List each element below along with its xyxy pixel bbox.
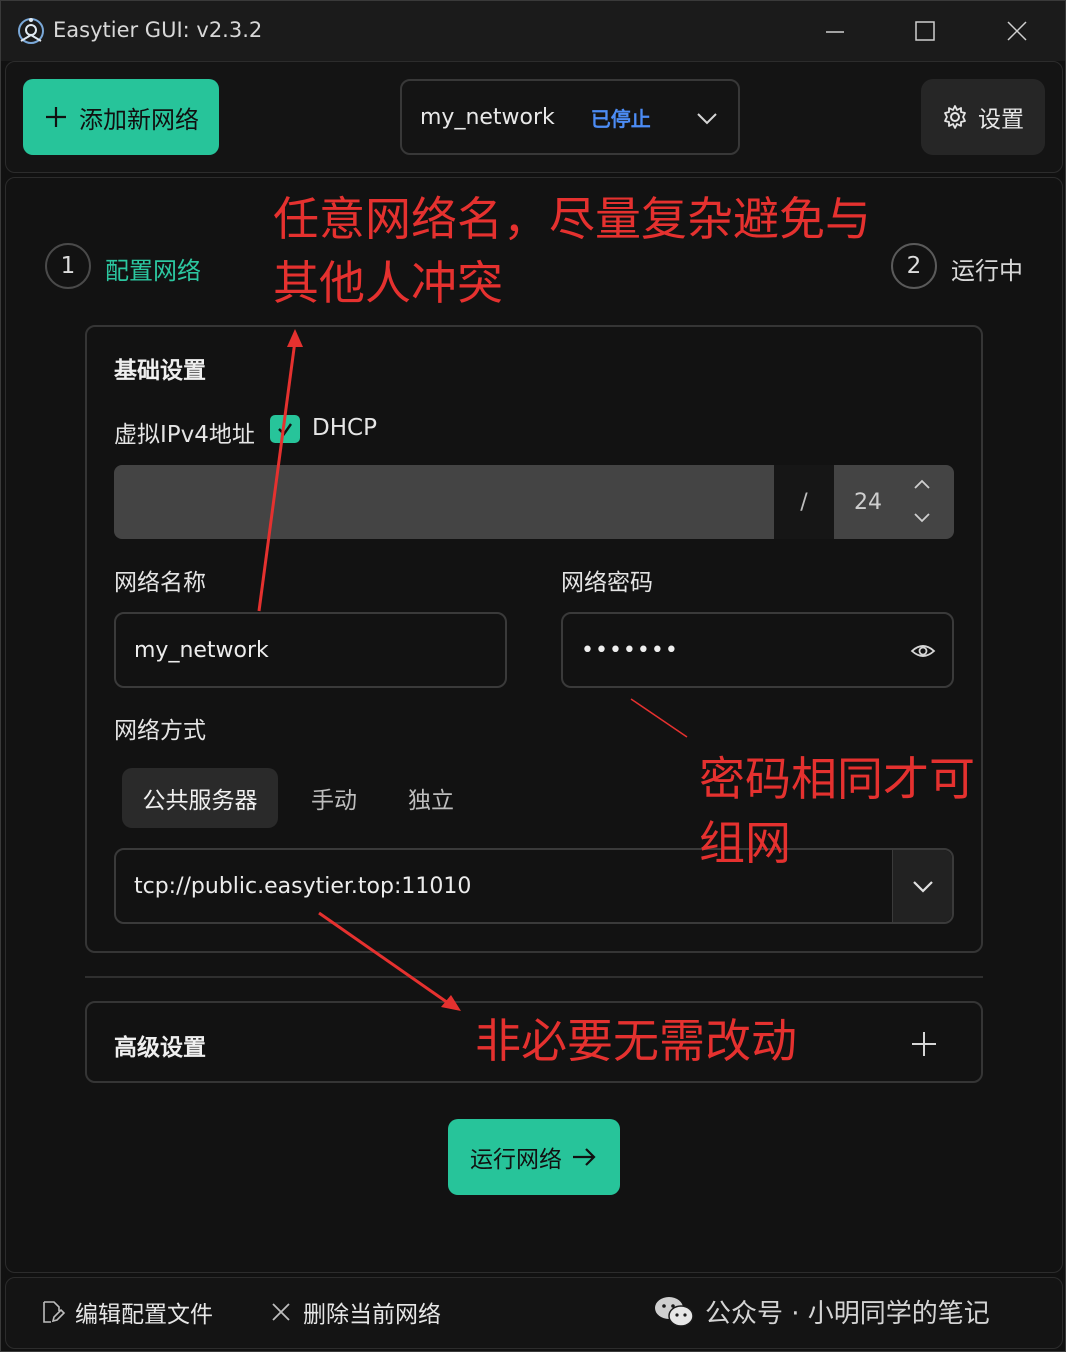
edit-file-icon — [43, 1301, 65, 1323]
close-icon — [1007, 21, 1027, 41]
ip-separator: / — [774, 465, 834, 539]
ip-separator-text: / — [800, 489, 808, 515]
network-mode-label: 网络方式 — [114, 718, 206, 744]
wechat-icon — [655, 1296, 694, 1327]
watermark: 公众号 · 小明同学的笔记 — [653, 1293, 990, 1330]
settings-button[interactable]: 设置 — [921, 79, 1045, 155]
ipv4-address-input[interactable] — [114, 465, 774, 539]
edit-config-button[interactable]: 编辑配置文件 — [39, 1295, 213, 1329]
ipv4-input-group: / 24 — [114, 465, 954, 539]
network-name-value: my_network — [134, 637, 269, 663]
step-2-indicator: 2 — [891, 243, 937, 289]
mode-standalone-tab[interactable]: 独立 — [391, 768, 471, 828]
virtual-ipv4-label: 虚拟IPv4地址 — [114, 422, 255, 448]
window-title: Easytier GUI: v2.3.2 — [53, 18, 263, 42]
expand-plus-icon[interactable] — [909, 1029, 939, 1059]
checkmark-icon — [278, 423, 292, 436]
mode-public-server-label: 公共服务器 — [142, 788, 258, 814]
basic-settings-title: 基础设置 — [114, 358, 206, 384]
netmask-input[interactable]: 24 — [834, 465, 954, 539]
mode-manual-tab[interactable]: 手动 — [291, 768, 377, 828]
maximize-icon — [915, 21, 935, 41]
selected-network-name: my_network — [420, 104, 555, 130]
decrement-chevron-down-icon[interactable] — [912, 509, 932, 527]
run-network-label: 运行网络 — [470, 1147, 562, 1173]
minimize-icon — [826, 31, 844, 33]
step-1-indicator: 1 — [45, 243, 91, 289]
network-name-input[interactable]: my_network — [114, 612, 507, 688]
dhcp-label: DHCP — [312, 415, 377, 441]
minimize-button[interactable] — [819, 15, 851, 47]
run-network-button[interactable]: 运行网络 — [448, 1119, 620, 1195]
annotation-advanced: 非必要无需改动 — [475, 1009, 797, 1073]
network-name-label: 网络名称 — [114, 570, 206, 596]
settings-label: 设置 — [978, 107, 1024, 133]
edit-config-label: 编辑配置文件 — [75, 1302, 213, 1328]
add-network-button[interactable]: 添加新网络 — [23, 79, 219, 155]
title-bar: Easytier GUI: v2.3.2 — [1, 1, 1065, 61]
easytier-logo-icon — [18, 18, 44, 44]
gear-icon — [944, 105, 966, 129]
chevron-down-icon — [912, 881, 933, 893]
step-2-label: 运行中 — [951, 257, 1023, 285]
annotation-network-name-line1: 任意网络名，尽量复杂避免与 — [273, 192, 871, 246]
arrow-right-icon — [573, 1148, 596, 1166]
public-server-value: tcp://public.easytier.top:11010 — [134, 873, 472, 899]
advanced-settings-title: 高级设置 — [114, 1035, 206, 1061]
section-divider — [85, 976, 983, 978]
plus-icon — [46, 107, 66, 127]
watermark-text: 公众号 · 小明同学的笔记 — [705, 1299, 990, 1329]
close-window-button[interactable] — [1001, 15, 1033, 47]
eye-icon[interactable] — [910, 640, 936, 662]
close-icon — [272, 1303, 290, 1321]
network-status-badge: 已停止 — [590, 106, 651, 131]
annotation-password: 密码相同才可 组网 — [699, 747, 975, 875]
app-window: Easytier GUI: v2.3.2 添加新网络 my_network 已停… — [0, 0, 1066, 1352]
mode-manual-label: 手动 — [311, 788, 357, 814]
annotation-advanced-text: 非必要无需改动 — [475, 1014, 797, 1068]
add-network-label: 添加新网络 — [79, 105, 199, 134]
network-password-label: 网络密码 — [561, 570, 653, 596]
mode-public-server-tab[interactable]: 公共服务器 — [122, 768, 278, 828]
network-password-value: ••••••• — [581, 637, 679, 663]
delete-network-label: 删除当前网络 — [303, 1302, 441, 1328]
dhcp-checkbox[interactable] — [270, 415, 300, 443]
annotation-password-line1: 密码相同才可 — [699, 752, 975, 806]
step-1-number: 1 — [60, 253, 76, 279]
netmask-value: 24 — [854, 489, 882, 515]
step-2-number: 2 — [906, 253, 922, 279]
mode-standalone-label: 独立 — [408, 788, 454, 814]
step-1-label: 配置网络 — [105, 257, 201, 285]
network-password-input[interactable]: ••••••• — [561, 612, 954, 688]
network-select[interactable]: my_network 已停止 — [400, 79, 740, 155]
annotation-network-name-line2: 其他人冲突 — [273, 256, 503, 310]
maximize-button[interactable] — [909, 15, 941, 47]
increment-chevron-up-icon[interactable] — [912, 475, 932, 493]
delete-network-button[interactable]: 删除当前网络 — [269, 1295, 441, 1329]
annotation-network-name: 任意网络名，尽量复杂避免与 其他人冲突 — [273, 187, 871, 315]
chevron-down-icon — [697, 113, 717, 125]
annotation-password-line2: 组网 — [699, 816, 791, 870]
